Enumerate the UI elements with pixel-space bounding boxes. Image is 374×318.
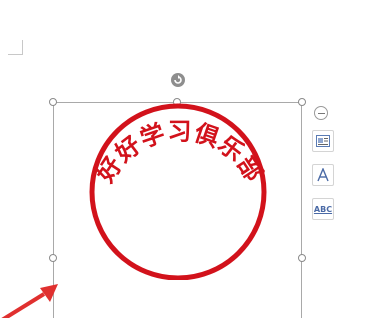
resize-handle-middle-right[interactable] bbox=[298, 254, 306, 262]
layout-options-button[interactable] bbox=[312, 130, 334, 152]
resize-handle-top-right[interactable] bbox=[298, 98, 306, 106]
stamp-seal[interactable]: 好好学习俱乐部 bbox=[80, 90, 280, 280]
text-effects-icon bbox=[317, 168, 329, 182]
page-margin-corner-mark bbox=[8, 40, 23, 55]
wordart-styles-button[interactable]: ABC bbox=[312, 198, 334, 220]
resize-handle-top-left[interactable] bbox=[49, 98, 57, 106]
arrow-pointer-icon bbox=[1, 284, 58, 318]
wordart-label: ABC bbox=[313, 204, 333, 214]
resize-handle-middle-left[interactable] bbox=[49, 254, 57, 262]
document-canvas: 好好学习俱乐部 ABC bbox=[0, 0, 374, 318]
minus-circle-icon bbox=[317, 112, 325, 114]
layout-options-icon bbox=[316, 135, 330, 147]
rotate-handle-icon[interactable] bbox=[170, 72, 186, 88]
text-effects-button[interactable] bbox=[312, 164, 334, 186]
collapse-toolbar-button[interactable] bbox=[314, 106, 328, 120]
